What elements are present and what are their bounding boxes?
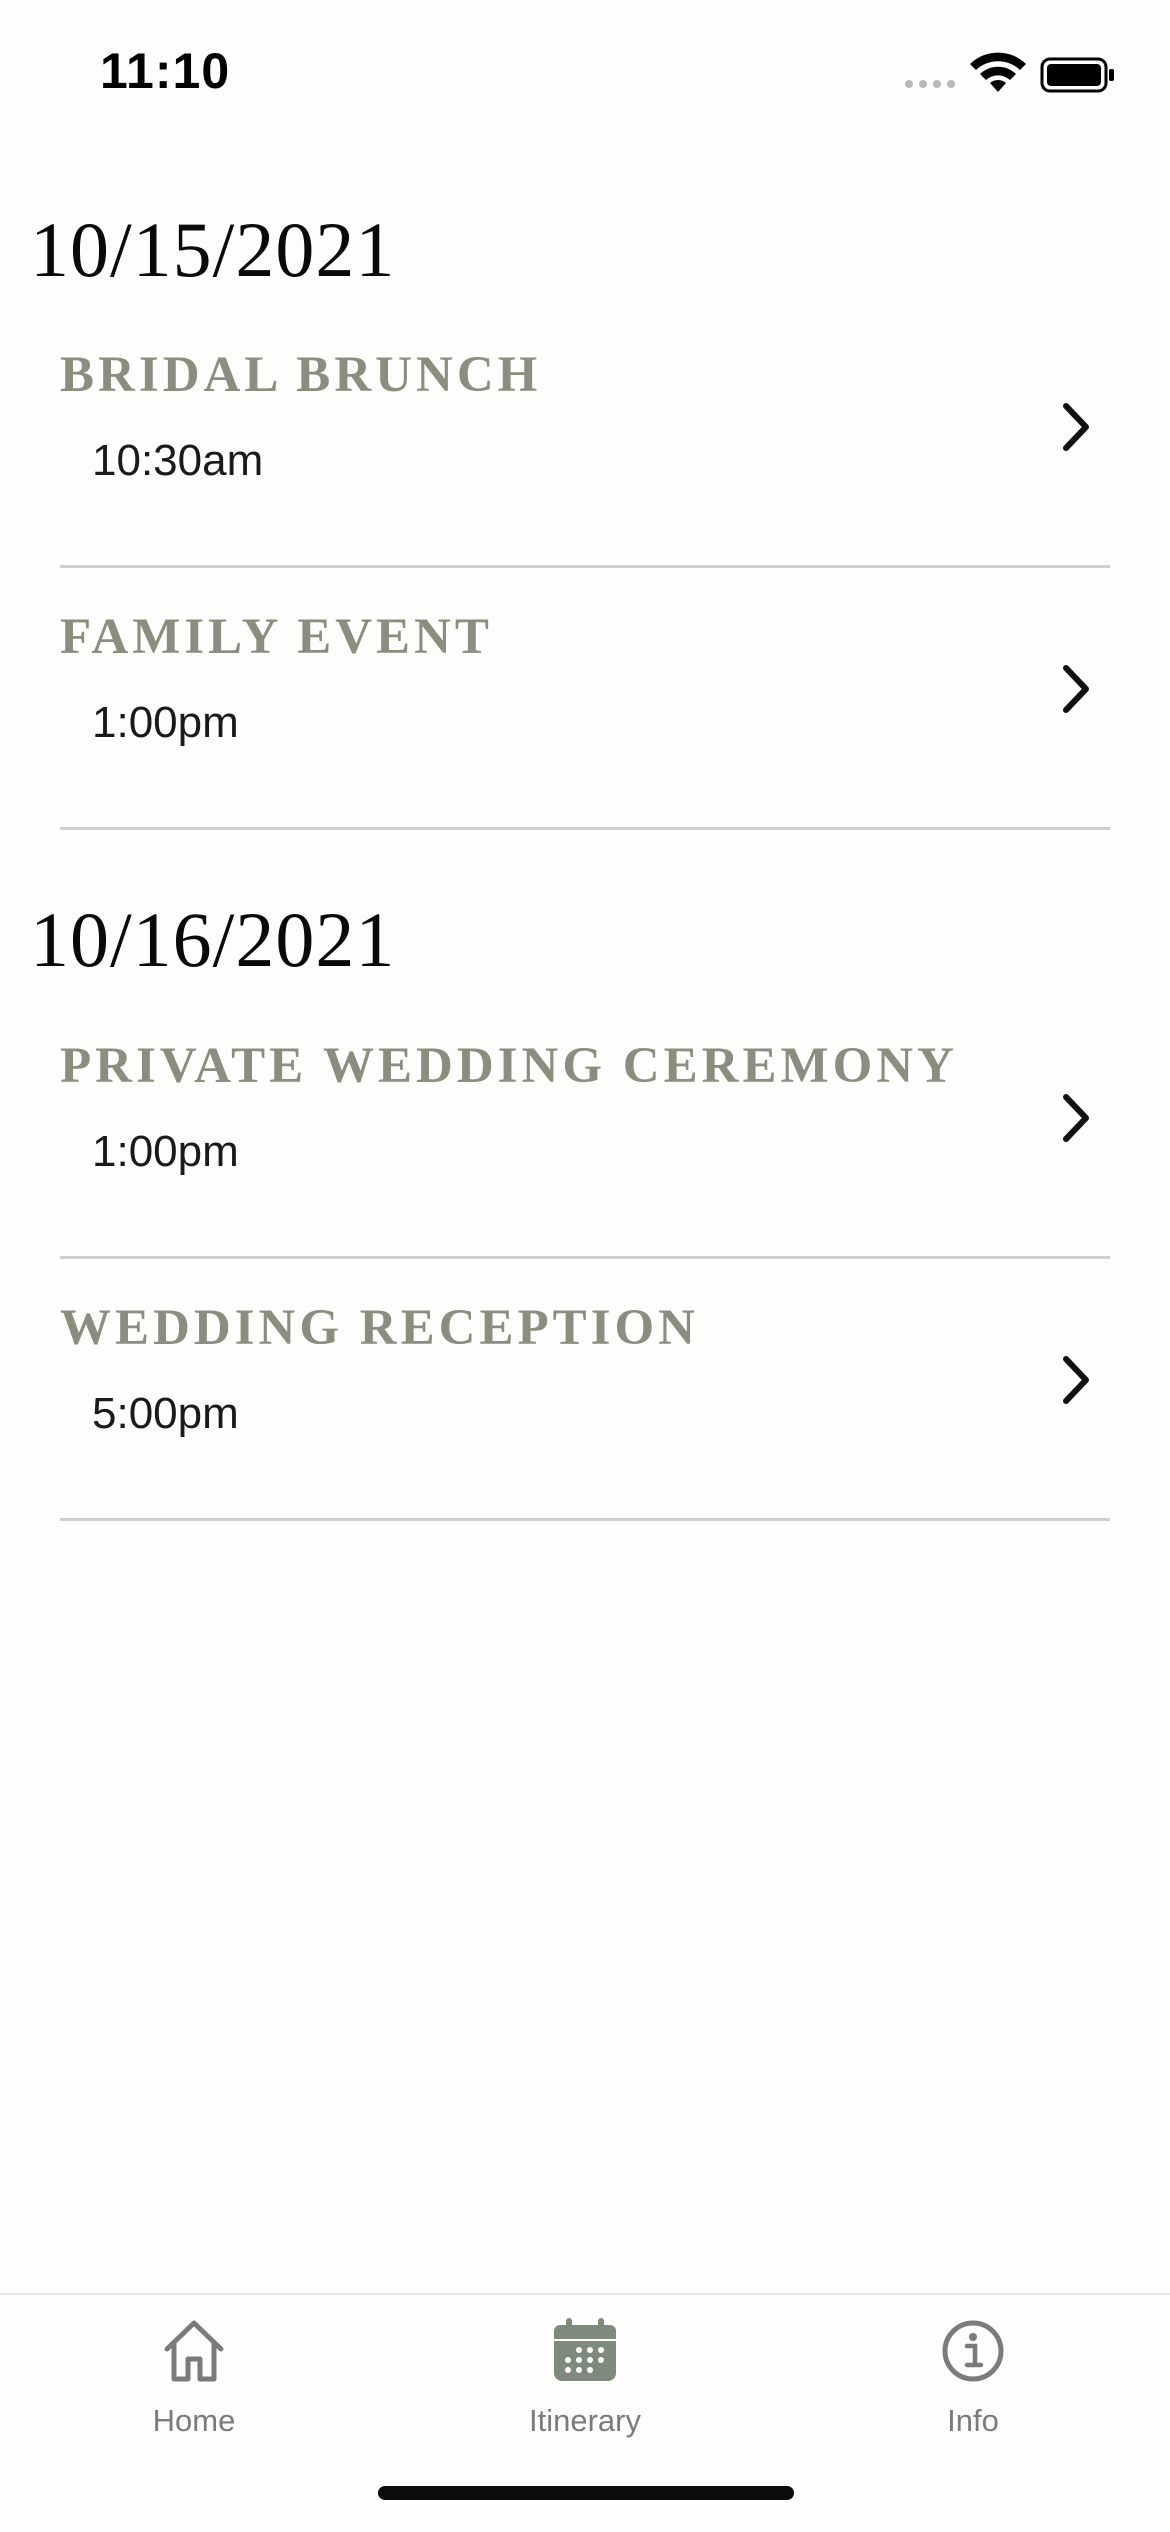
battery-icon xyxy=(1040,57,1114,93)
tab-info[interactable]: Info xyxy=(843,2295,1103,2455)
day-header: 10/16/2021 xyxy=(30,896,396,983)
day-header: 10/15/2021 xyxy=(30,206,396,293)
cellular-signal-icon xyxy=(905,80,955,88)
chevron-right-icon xyxy=(1063,1356,1089,1404)
event-row-wedding-reception[interactable]: WEDDING RECEPTION 5:00pm xyxy=(60,1259,1110,1521)
event-time: 5:00pm xyxy=(92,1389,239,1438)
event-time: 1:00pm xyxy=(92,698,239,747)
tab-itinerary[interactable]: Itinerary xyxy=(455,2295,715,2455)
home-indicator xyxy=(378,2486,794,2500)
event-row-bridal-brunch[interactable]: BRIDAL BRUNCH 10:30am xyxy=(60,306,1110,568)
event-row-private-wedding-ceremony[interactable]: PRIVATE WEDDING CEREMONY 1:00pm xyxy=(60,997,1110,1259)
status-bar: 11:10 xyxy=(0,0,1170,150)
event-title: PRIVATE WEDDING CEREMONY xyxy=(60,1038,958,1094)
house-icon xyxy=(164,2320,224,2382)
event-time: 1:00pm xyxy=(92,1127,239,1176)
status-time: 11:10 xyxy=(100,43,231,99)
info-icon xyxy=(942,2320,1004,2382)
wifi-icon xyxy=(970,52,1026,92)
tab-label: Info xyxy=(947,2403,999,2438)
event-row-family-event[interactable]: FAMILY EVENT 1:00pm xyxy=(60,568,1110,830)
itinerary-screen: 11:10 10/15/2021 BRIDAL BRUNCH 10:30am F… xyxy=(0,0,1170,2532)
chevron-right-icon xyxy=(1063,1094,1089,1142)
tab-home[interactable]: Home xyxy=(64,2295,324,2455)
event-title: WEDDING RECEPTION xyxy=(60,1300,699,1356)
tab-label: Itinerary xyxy=(529,2403,641,2438)
chevron-right-icon xyxy=(1063,403,1089,451)
event-time: 10:30am xyxy=(92,436,264,485)
calendar-icon xyxy=(554,2318,616,2381)
event-title: BRIDAL BRUNCH xyxy=(60,347,542,403)
chevron-right-icon xyxy=(1063,665,1089,713)
tab-label: Home xyxy=(152,2403,236,2438)
event-title: FAMILY EVENT xyxy=(60,609,493,665)
